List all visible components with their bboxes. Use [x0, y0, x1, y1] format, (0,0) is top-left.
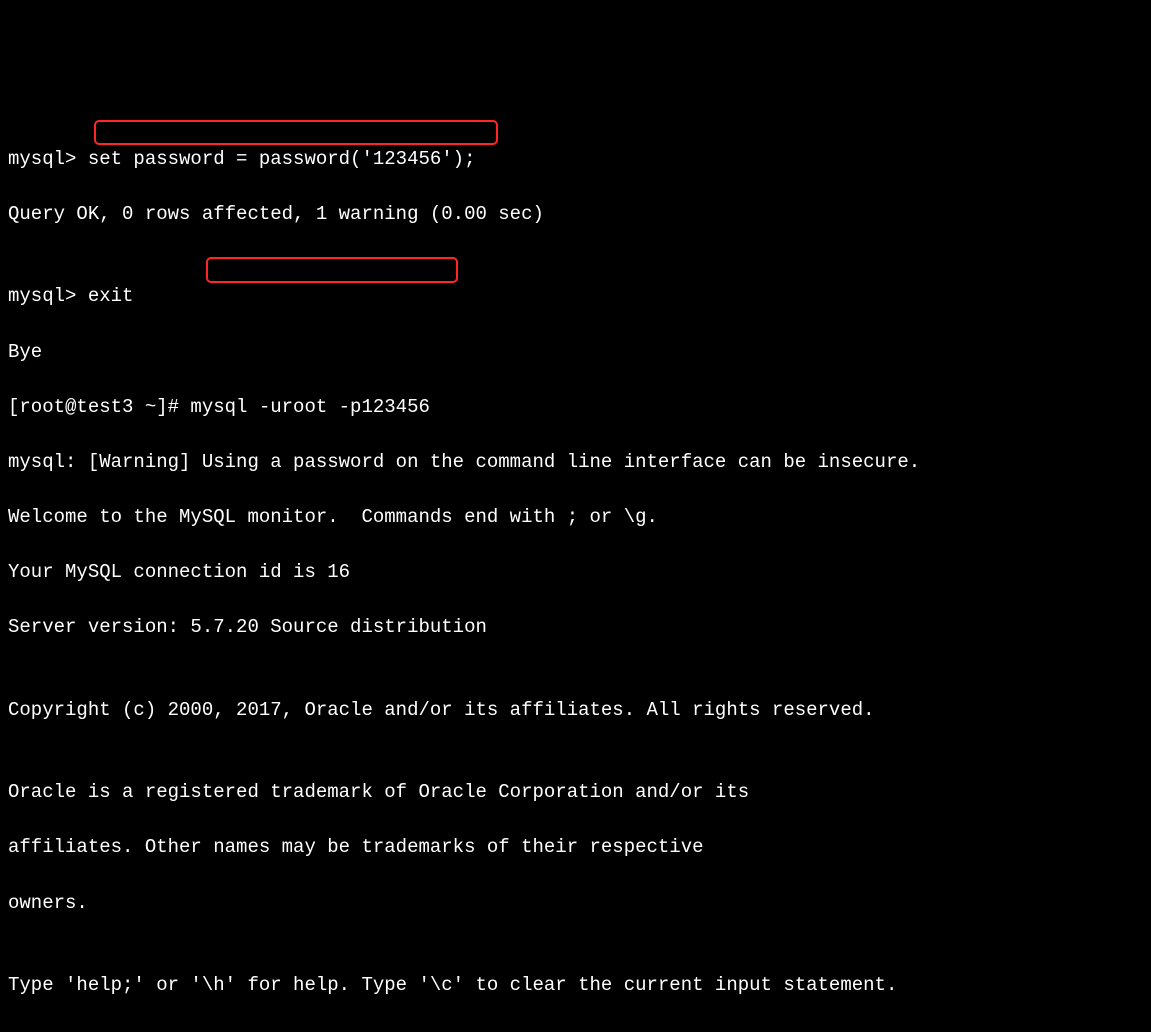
terminal-line-connection-id: Your MySQL connection id is 16	[8, 559, 1143, 587]
terminal-line-welcome: Welcome to the MySQL monitor. Commands e…	[8, 504, 1143, 532]
terminal-line-oracle3: owners.	[8, 890, 1143, 918]
terminal-line-cmd-exit: mysql> exit	[8, 283, 1143, 311]
terminal-line-oracle1: Oracle is a registered trademark of Orac…	[8, 779, 1143, 807]
terminal-line-result-queryok: Query OK, 0 rows affected, 1 warning (0.…	[8, 201, 1143, 229]
terminal-line-server-version: Server version: 5.7.20 Source distributi…	[8, 614, 1143, 642]
highlight-box-setpassword	[94, 120, 498, 145]
terminal-line-warning: mysql: [Warning] Using a password on the…	[8, 449, 1143, 477]
highlight-box-mysql-login	[206, 257, 458, 283]
terminal-line-bye: Bye	[8, 339, 1143, 367]
terminal-line-help: Type 'help;' or '\h' for help. Type '\c'…	[8, 972, 1143, 1000]
terminal-line-oracle2: affiliates. Other names may be trademark…	[8, 834, 1143, 862]
terminal-line-cmd-setpassword: mysql> set password = password('123456')…	[8, 146, 1143, 174]
terminal-line-cmd-mysql-login: [root@test3 ~]# mysql -uroot -p123456	[8, 394, 1143, 422]
terminal-output: mysql> set password = password('123456')…	[8, 118, 1143, 1032]
terminal-line-copyright: Copyright (c) 2000, 2017, Oracle and/or …	[8, 697, 1143, 725]
